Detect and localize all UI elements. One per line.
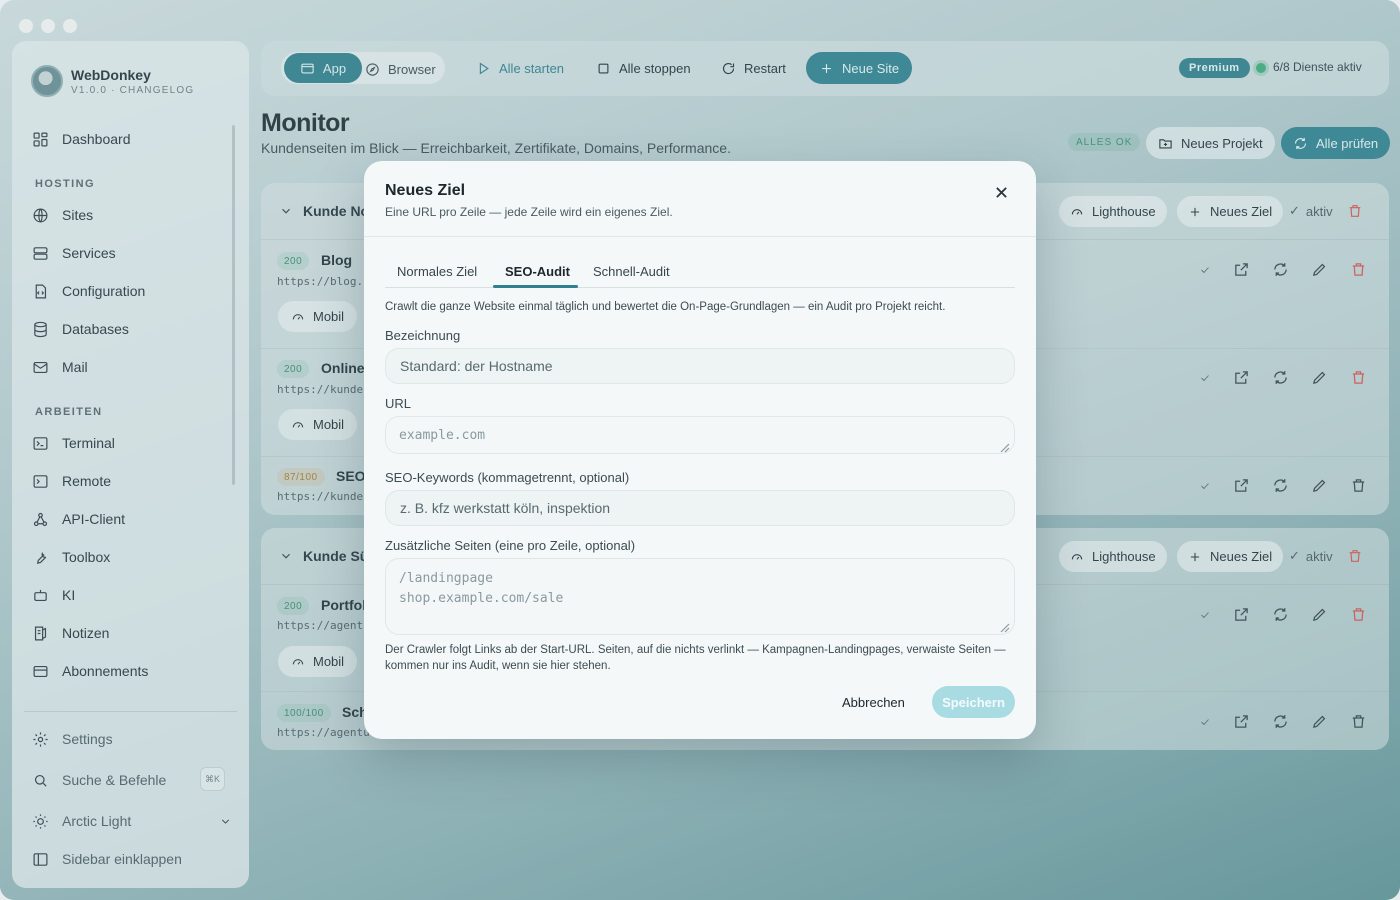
tab-description: Crawlt die ganze Website einmal täglich …	[385, 301, 946, 313]
dialog-subtitle: Eine URL pro Zeile — jede Zeile wird ein…	[385, 205, 673, 219]
app-window: WebDonkey V1.0.0 · CHANGELOG Dashboard H…	[0, 0, 1400, 900]
zoom-window-button[interactable]	[63, 19, 77, 33]
crawler-hint: Der Crawler folgt Links ab der Start-URL…	[385, 644, 1006, 672]
close-icon	[995, 186, 1007, 198]
save-button[interactable]: Speichern	[932, 686, 1015, 718]
name-input[interactable]	[385, 348, 1015, 384]
resize-handle-icon[interactable]	[1000, 440, 1010, 453]
close-window-button[interactable]	[19, 19, 33, 33]
dialog-divider	[364, 236, 1036, 237]
window-controls	[19, 19, 77, 33]
close-button[interactable]	[991, 182, 1011, 202]
pages-label: Zusätzliche Seiten (eine pro Zeile, opti…	[385, 538, 636, 553]
name-label: Bezeichnung	[385, 328, 461, 343]
url-label: URL	[385, 396, 412, 411]
tab-quick-audit[interactable]: Schnell-Audit	[593, 264, 670, 279]
active-tab-indicator	[493, 285, 578, 288]
new-target-dialog: Neues Ziel Eine URL pro Zeile — jede Zei…	[364, 161, 1036, 739]
url-textarea[interactable]	[385, 416, 1015, 454]
minimize-window-button[interactable]	[41, 19, 55, 33]
keywords-label: SEO-Keywords (kommagetrennt, optional)	[385, 470, 630, 485]
resize-handle-icon[interactable]	[1000, 620, 1010, 633]
dialog-title: Neues Ziel	[385, 182, 466, 199]
tab-seo-audit[interactable]: SEO-Audit	[505, 264, 570, 279]
pages-textarea[interactable]	[385, 558, 1015, 635]
target-type-tabs: Normales Ziel SEO-Audit Schnell-Audit	[385, 256, 1015, 288]
tab-normal-target[interactable]: Normales Ziel	[397, 264, 477, 279]
keywords-input[interactable]	[385, 490, 1015, 526]
cancel-button[interactable]: Abbrechen	[842, 687, 905, 718]
